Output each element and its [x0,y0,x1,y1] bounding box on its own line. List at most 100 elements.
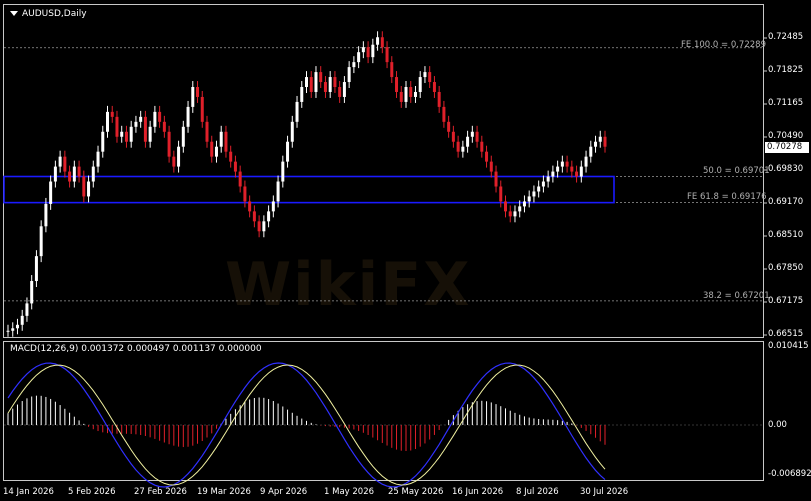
candle-body [513,211,517,217]
date-axis[interactable]: 14 Jan 2026 5 Feb 2026 27 Feb 2026 19 Ma… [3,483,764,501]
candle-body [504,201,507,212]
candle-body [532,191,536,197]
candle-body [219,131,223,147]
candle-body [361,47,365,53]
candle-body [305,77,308,88]
candle-body [210,141,214,157]
candle-body [110,111,114,117]
candle-body [290,121,294,142]
candle-body [333,77,337,88]
candle-body [342,82,346,97]
candle-body [96,151,100,167]
candle-body [352,62,356,68]
candle-body [395,77,399,92]
candle-body [6,330,10,332]
price-tick: 0.70490 [768,131,804,141]
candle-body [584,156,588,167]
price-tick: 0.67850 [768,263,804,273]
date-label: 30 Jul 2026 [580,487,629,497]
candle-body [30,281,34,304]
candle-body [191,87,195,107]
candle-body [537,186,541,192]
candle-body [300,87,304,102]
candle-body [139,116,143,122]
price-chart-canvas [3,31,767,488]
fib-label-fe100: FE 100.0 = 0.72289 [681,40,766,50]
candle-body [323,82,327,92]
candle-body [82,176,86,197]
candle-body [423,72,427,78]
candle-body [603,136,607,147]
candle-body [485,151,489,162]
date-label: 5 Feb 2026 [68,487,116,497]
candle-body [11,328,15,331]
chart-window: AUDUSD,Daily MACD(12,26,9) 0.001372 0.00… [0,0,811,501]
candle-body [508,211,512,217]
price-tick: 0.66515 [768,329,804,339]
price-axis[interactable]: 0.72485 0.71825 0.71165 0.70490 0.70278 … [765,0,811,340]
candle-body [456,141,460,152]
candle-body [447,121,451,132]
candle-body [233,161,237,172]
candle-body [376,37,380,45]
candle-body [418,77,422,92]
candle-body [214,146,218,157]
candle-body [522,201,526,207]
candle-body [196,87,200,97]
candle-body [53,166,57,182]
candle-body [91,166,95,182]
candle-body [200,96,204,122]
candle-body [338,87,342,97]
current-price-badge: 0.70278 [765,142,809,153]
candle-body [153,111,157,127]
candle-body [271,201,275,212]
date-label: 1 May 2026 [324,487,375,497]
price-tick: 0.69830 [768,164,804,174]
date-label: 25 May 2026 [388,487,444,497]
candle-body [39,226,43,257]
macd-tick: 0.010415 [768,341,809,351]
candle-body [575,171,579,177]
candle-body [461,146,465,152]
candle-body [366,47,370,58]
candle-body [177,146,181,167]
price-tick: 0.71165 [768,98,804,108]
candle-body [20,315,24,325]
candle-body [129,126,133,142]
candle-body [238,171,242,187]
candle-body [120,131,124,137]
price-tick: 0.72485 [768,32,804,42]
candle-body [480,141,484,152]
candle-body [466,136,470,147]
price-tick: 0.67175 [768,296,804,306]
candle-body [72,166,76,182]
candle-body [413,91,417,97]
candle-body [579,166,583,177]
candle-body [319,72,323,83]
candle-body [15,324,19,329]
candle-body [68,171,72,182]
candle-body [49,181,53,204]
candle-body [58,156,62,167]
date-label: 19 Mar 2026 [197,487,251,497]
macd-axis[interactable]: 0.010415 0.00 -0.006892 [765,341,811,481]
candle-body [399,91,403,102]
candle-body [527,196,531,202]
candle-body [314,72,318,92]
candle-body [44,203,48,227]
price-tick: 0.71825 [768,65,804,75]
candle-body [286,141,290,162]
candle-body [494,171,498,187]
candle-body [124,131,128,142]
candle-body [390,62,394,78]
candle-body [347,67,351,83]
candle-body [262,221,266,232]
candle-body [437,91,441,107]
candle-body [442,106,446,122]
candle-body [243,186,247,202]
date-label: 16 Jun 2026 [452,487,504,497]
fib-label-50: 50.0 = 0.69701 [703,166,770,176]
candle-body [181,126,185,147]
date-label: 8 Jul 2026 [516,487,559,497]
candle-body [158,111,162,122]
